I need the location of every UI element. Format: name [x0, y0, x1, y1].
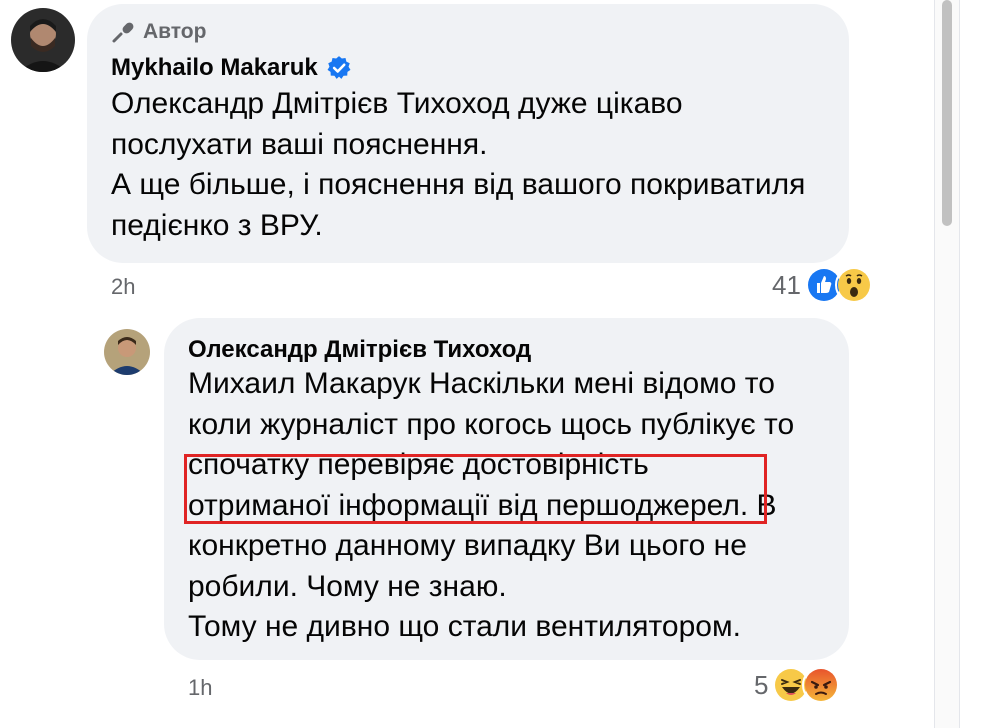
reaction-count[interactable]: 41: [772, 270, 801, 301]
comment-line: отриманої інформації від першоджерел. В: [188, 488, 777, 522]
verified-badge-icon: [327, 56, 351, 79]
author-name-text[interactable]: Олександр Дмітрієв Тихоход: [188, 336, 531, 364]
comment-line: А ще більше, і пояснення від вашого покр…: [111, 168, 806, 201]
comment-author-name[interactable]: Олександр Дмітрієв Тихоход: [188, 336, 531, 364]
avatar[interactable]: [11, 8, 75, 72]
comment-line: коли журналіст про когось щось публікує …: [188, 407, 795, 441]
author-badge-label: Автор: [143, 20, 207, 43]
author-name-text[interactable]: Mykhailo Makaruk: [111, 54, 318, 82]
comment-line: спочатку перевіряє достовірність: [188, 448, 649, 481]
comment-line: робили. Чому не знаю.: [188, 569, 507, 603]
comment-line: конкретно данному випадку Ви цього не: [188, 529, 747, 562]
comment-timestamp[interactable]: 1h: [188, 675, 212, 701]
comment-text: Олександр Дмітрієв Тихоход дуже цікаво п…: [111, 84, 805, 246]
reactions-summary[interactable]: 5: [754, 666, 841, 704]
comment-line: послухати ваші пояснення.: [111, 127, 488, 161]
scrollbar[interactable]: [934, 0, 960, 728]
author-badge: Автор: [111, 20, 206, 44]
avatar[interactable]: [104, 329, 150, 375]
reactions-summary[interactable]: 41: [772, 266, 873, 304]
reaction-count[interactable]: 5: [754, 670, 768, 701]
comment-line: педієнко з ВРУ.: [111, 208, 323, 242]
comment-line: Олександр Дмітрієв Тихоход дуже цікаво: [111, 87, 683, 120]
comment-text: Михаил Макарук Наскільки мені відомо то …: [188, 364, 794, 648]
angry-icon: [802, 666, 841, 704]
comment-line: Михаил Макарук Наскільки мені відомо то: [188, 367, 775, 400]
comment-timestamp[interactable]: 2h: [111, 274, 135, 300]
wow-icon: [834, 266, 873, 304]
comment-author-name[interactable]: Mykhailo Makaruk: [111, 54, 352, 82]
microphone-icon: [112, 22, 134, 43]
comment-line: Тому не дивно що стали вентилятором.: [188, 610, 741, 643]
scrollbar-thumb[interactable]: [942, 0, 952, 226]
